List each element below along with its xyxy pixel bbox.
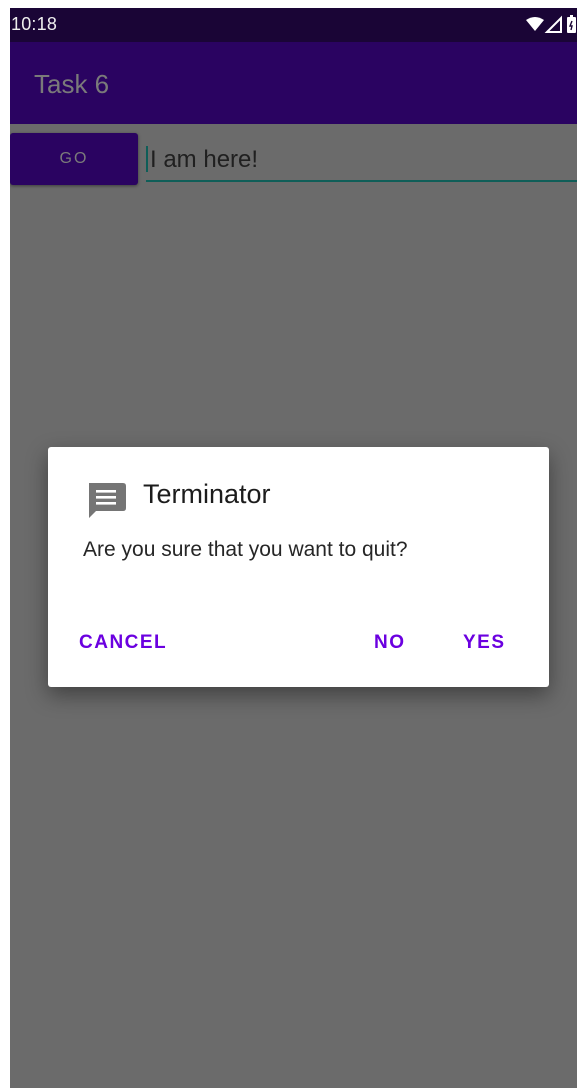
yes-button[interactable]: YES	[463, 632, 506, 654]
status-icons	[525, 15, 577, 35]
confirm-dialog: Terminator Are you sure that you want to…	[48, 447, 549, 687]
phone-screen: 10:18 Task 6 GO I am here! Terminator Ar…	[10, 8, 577, 1088]
go-button[interactable]: GO	[10, 133, 138, 185]
text-field-value: I am here!	[150, 146, 259, 173]
wifi-icon	[526, 17, 544, 31]
app-bar: Task 6	[10, 42, 577, 124]
cancel-button[interactable]: CANCEL	[79, 632, 167, 654]
text-cursor	[146, 146, 148, 172]
dialog-title: Terminator	[143, 479, 271, 509]
app-title: Task 6	[34, 69, 110, 99]
battery-icon	[567, 15, 576, 33]
text-input-field[interactable]: I am here!	[146, 140, 577, 182]
message-icon	[86, 479, 126, 519]
no-button[interactable]: NO	[374, 632, 406, 654]
status-bar: 10:18	[10, 8, 577, 42]
dialog-message: Are you sure that you want to quit?	[83, 538, 408, 561]
status-time: 10:18	[11, 14, 58, 34]
main-content: GO I am here! Terminator Are you sure th…	[10, 124, 577, 1088]
cell-signal-icon	[544, 15, 562, 33]
status-icons-svg	[526, 15, 576, 33]
